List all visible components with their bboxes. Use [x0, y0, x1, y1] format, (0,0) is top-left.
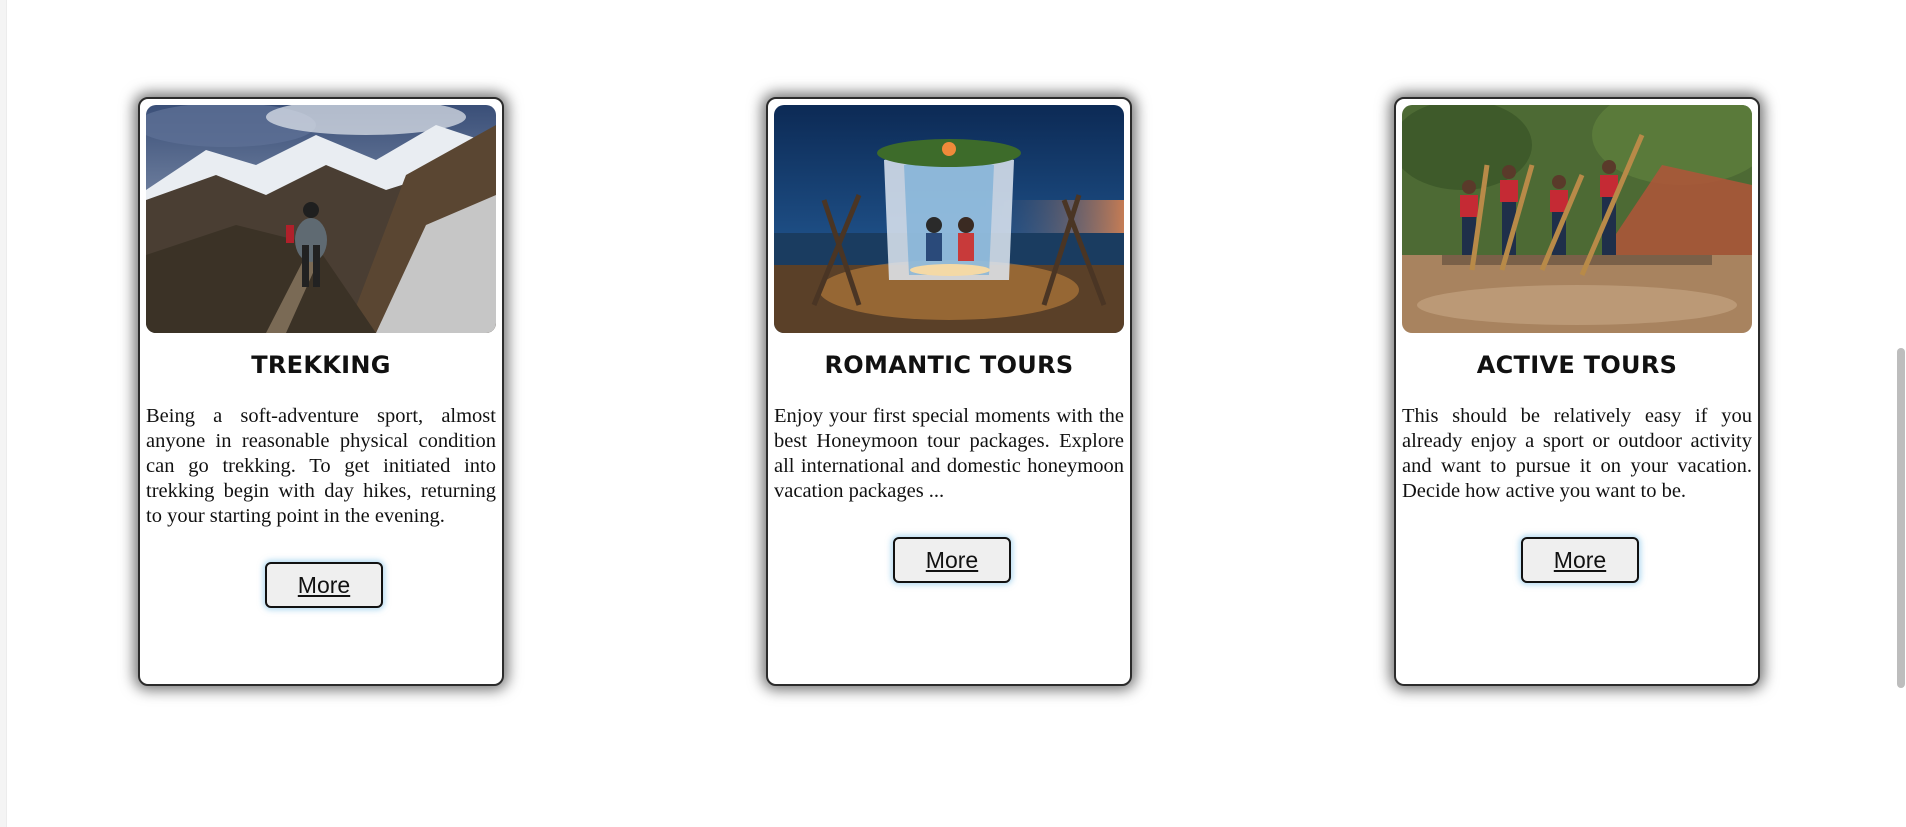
card-title: ACTIVE TOURS [1476, 351, 1678, 379]
page: TREKKING Being a soft-adventure sport, a… [0, 0, 1906, 827]
tour-card-romantic-tours: ROMANTIC TOURS Enjoy your first special … [766, 97, 1132, 686]
tour-card-trekking: TREKKING Being a soft-adventure sport, a… [138, 97, 504, 686]
more-button-active-tours[interactable]: More [1521, 537, 1639, 583]
card-description: This should be relatively easy if you al… [1402, 405, 1752, 502]
card-description: Being a soft-adventure sport, almost any… [146, 405, 496, 527]
card-title: ROMANTIC TOURS [824, 351, 1074, 379]
scrollbar-thumb[interactable] [1897, 348, 1905, 688]
romantic-tours-image [774, 105, 1124, 333]
trekking-image [146, 105, 496, 333]
card-description: Enjoy your first special moments with th… [774, 405, 1124, 502]
more-button-romantic-tours[interactable]: More [893, 537, 1011, 583]
more-button-trekking[interactable]: More [265, 562, 383, 608]
vertical-scrollbar[interactable] [1896, 0, 1906, 827]
tour-card-active-tours: ACTIVE TOURS This should be relatively e… [1394, 97, 1760, 686]
active-tours-image [1402, 105, 1752, 333]
left-edge-divider [0, 0, 7, 827]
card-title: TREKKING [251, 351, 391, 379]
